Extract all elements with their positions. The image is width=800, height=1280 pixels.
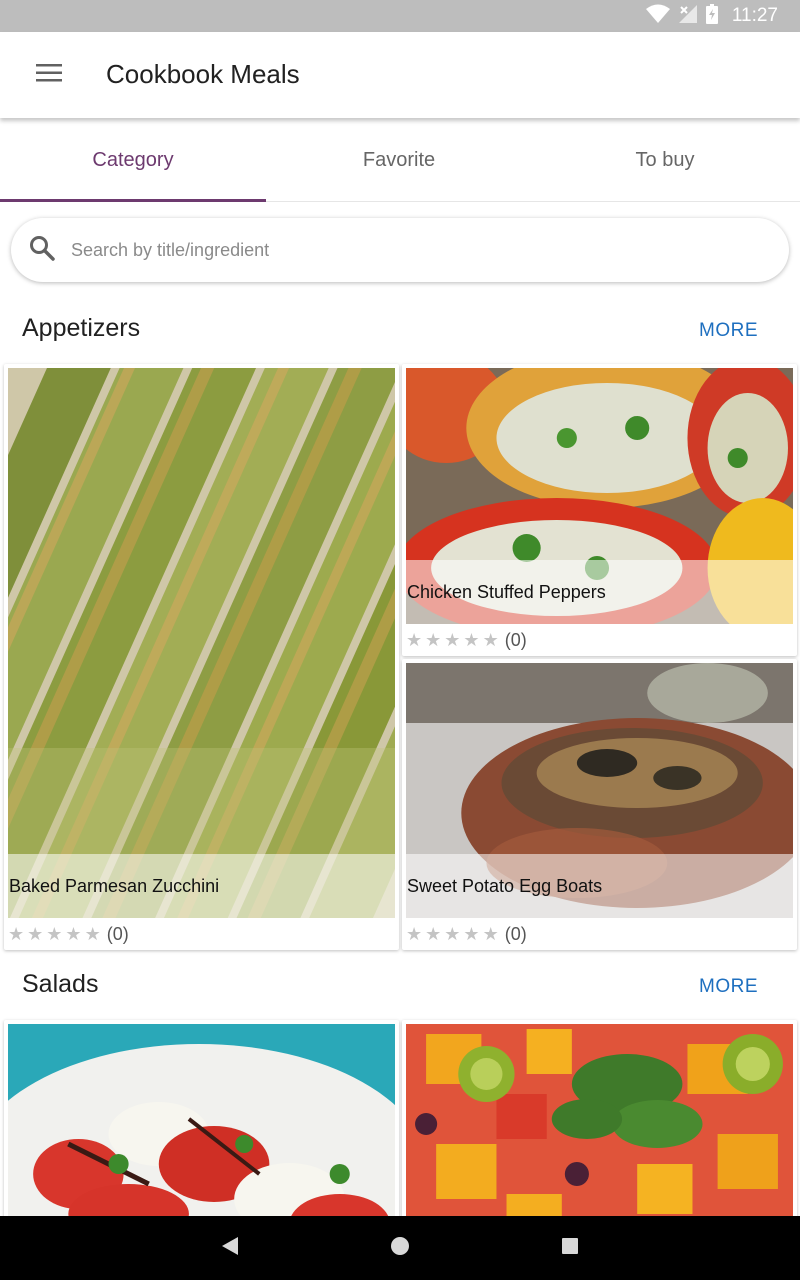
recipe-title-overlay: Baked Parmesan Zucchini	[4, 854, 399, 918]
app-bar: Cookbook Meals	[0, 32, 800, 118]
star-icon: ★	[27, 923, 44, 944]
recipe-card-salad-fruit[interactable]	[402, 1020, 797, 1240]
search-bar[interactable]	[11, 218, 789, 282]
recipe-image	[8, 368, 395, 918]
recipe-card-chicken-stuffed-peppers[interactable]: Chicken Stuffed Peppers ★ ★ ★ ★ ★ (0)	[402, 364, 797, 656]
tab-to-buy[interactable]: To buy	[532, 118, 798, 202]
menu-icon	[36, 63, 62, 87]
recipe-card-salad-caprese[interactable]	[4, 1020, 399, 1240]
star-icon: ★	[406, 629, 423, 650]
tab-label: Favorite	[362, 148, 436, 171]
tab-favorite[interactable]: Favorite	[266, 118, 532, 202]
recipe-title-overlay: Sweet Potato Egg Boats	[402, 854, 797, 918]
home-icon	[390, 1236, 410, 1261]
star-icon: ★	[425, 923, 442, 944]
star-icon: ★	[482, 923, 499, 944]
back-icon	[221, 1236, 239, 1261]
back-button[interactable]	[214, 1232, 246, 1264]
recipe-rating: ★ ★ ★ ★ ★ (0)	[406, 628, 527, 652]
star-icon: ★	[65, 923, 82, 944]
tab-category[interactable]: Category	[0, 118, 266, 202]
recipe-image	[406, 1024, 793, 1240]
tab-bar: Category Favorite To buy	[0, 118, 800, 202]
recipe-title-overlay: Chicken Stuffed Peppers	[402, 560, 797, 624]
rating-count: (0)	[106, 923, 129, 944]
status-time: 11:27	[731, 5, 778, 26]
more-button-appetizers[interactable]: MORE	[699, 320, 758, 342]
recents-button[interactable]	[554, 1232, 586, 1264]
status-bar: 11:27	[0, 0, 800, 32]
section-title-salads: Salads	[22, 970, 99, 998]
star-icon: ★	[482, 629, 499, 650]
more-button-salads[interactable]: MORE	[699, 976, 758, 998]
app-title: Cookbook Meals	[106, 59, 300, 89]
menu-button[interactable]	[22, 52, 76, 98]
star-icon: ★	[406, 923, 423, 944]
star-icon: ★	[463, 629, 480, 650]
recents-icon	[561, 1237, 579, 1260]
status-icons: 11:27	[645, 3, 778, 29]
recipe-card-baked-parmesan-zucchini[interactable]: Baked Parmesan Zucchini ★ ★ ★ ★ ★ (0)	[4, 364, 399, 950]
home-button[interactable]	[384, 1232, 416, 1264]
wifi-icon	[645, 4, 670, 29]
star-icon: ★	[84, 923, 101, 944]
rating-count: (0)	[504, 923, 527, 944]
recipe-image	[8, 1024, 395, 1240]
star-icon: ★	[425, 629, 442, 650]
recipe-rating: ★ ★ ★ ★ ★ (0)	[406, 922, 527, 946]
star-icon: ★	[444, 923, 461, 944]
tab-label: To buy	[635, 148, 695, 171]
star-icon: ★	[46, 923, 63, 944]
recipe-title: Baked Parmesan Zucchini	[9, 875, 220, 896]
search-input[interactable]	[71, 239, 721, 261]
star-icon: ★	[463, 923, 480, 944]
recipe-card-sweet-potato-egg-boats[interactable]: Sweet Potato Egg Boats ★ ★ ★ ★ ★ (0)	[402, 659, 797, 950]
star-icon: ★	[444, 629, 461, 650]
system-nav-bar	[0, 1216, 800, 1280]
tab-label: Category	[92, 148, 174, 171]
section-title-appetizers: Appetizers	[22, 314, 141, 342]
recipe-rating: ★ ★ ★ ★ ★ (0)	[8, 922, 129, 946]
recipe-title: Chicken Stuffed Peppers	[407, 581, 606, 602]
star-icon: ★	[8, 923, 25, 944]
tab-indicator	[0, 199, 266, 202]
signal-icon	[678, 4, 698, 29]
search-icon	[29, 235, 55, 266]
recipe-title: Sweet Potato Egg Boats	[407, 875, 603, 896]
battery-icon	[705, 3, 718, 29]
rating-count: (0)	[504, 629, 527, 650]
